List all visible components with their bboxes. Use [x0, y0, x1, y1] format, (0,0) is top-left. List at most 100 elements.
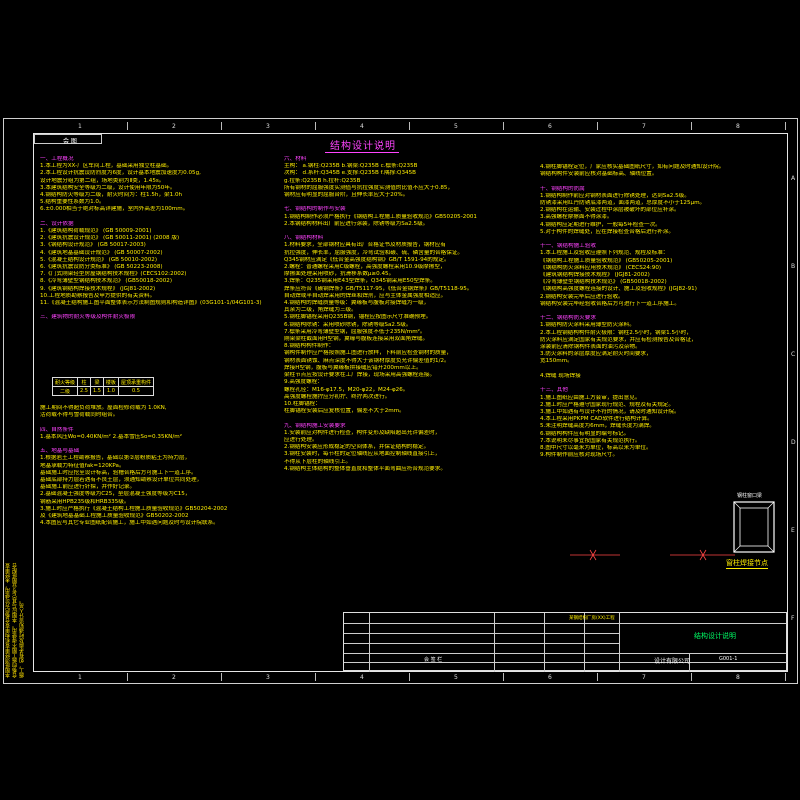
text-line: 2.施工时应严格遵守国家现行规范、规程及有关规定。 — [540, 401, 674, 408]
text-line: 应进行处理。 — [284, 436, 318, 443]
text-line: 地基承载力特征值fak=120KPa。 — [40, 462, 125, 469]
text-line: 4.钢柱脚锚栓定位，厂家应核实基础图纸尺寸，如有问题及时通知设计院。 — [540, 164, 725, 170]
text-line: 螺栓孔径：M16-φ17.5，M20-φ22，M24-φ26。 — [284, 386, 409, 393]
column-1b: 施工期间不得超负荷堆放。屋面检修荷载为 1.0KN, 活荷载不得与雪荷载同时组合。… — [40, 405, 280, 527]
text-line: 8.钢结构构件制作： — [284, 343, 335, 350]
section-heading: 十一、钢结构施工验收 — [540, 243, 596, 250]
column-3: 4.钢柱脚锚栓定位，厂家应核实基础图纸尺寸，如有问题及时通知设计院。 钢结构构件… — [540, 164, 780, 459]
text-line: 活荷载不得与雪荷载同时组合。 — [40, 412, 119, 419]
ruler-number: 8 — [736, 674, 740, 681]
text-line: 宽150mm。 — [540, 358, 573, 365]
text-line: 次构： d.系杆:Q345B e.支撑:Q235B f.隅撑:Q345B — [284, 170, 416, 177]
text-line: 主构： a.钢柱:Q235B b.钢梁:Q235B c.檩条:Q235B — [284, 163, 418, 170]
text-line: 1.本工程施工及验收应遵照下列规范、规程及标准： — [540, 250, 669, 257]
text-line: 3.防火涂料的涂层厚度应满足耐火时间要求， — [540, 351, 652, 358]
text-line: 2.本钢结构材料出厂前应进行涂装，除锈等级为Sa2.5级。 — [284, 220, 429, 227]
text-line: 防火涂料应满足国家有关规范要求，并应有检测报告及合格证， — [540, 336, 697, 343]
section-heading: 六、材料 — [284, 156, 307, 162]
text-line: 10.工程地质勘察报告及甲方提供的有关资料。 — [40, 292, 156, 299]
drawing-number: G001-1 — [719, 656, 738, 662]
section-heading: 二、设计依据 — [40, 220, 74, 227]
ruler-tick — [691, 122, 692, 130]
text-line: 5.未注明焊缝高度为6mm，焊缝长度为满焊。 — [540, 423, 655, 430]
ruler-tick — [597, 673, 598, 681]
title-underline — [325, 152, 399, 153]
text-line: 9.高强度螺栓： — [284, 379, 323, 386]
column-1: 一、工程概况 1.本工程为XX-厂区车间工程，基础采用独立柱基础。 2.本工程设计抗… — [40, 156, 276, 322]
text-line: 2.钢结构安装应形成稳定的空间体系，并保证结构的稳定。 — [284, 444, 430, 451]
text-line: 所有钢材的屈服强度实测值与抗拉强度实测值的比值不应大于0.85， — [284, 184, 454, 191]
text-line: 1.材料要求，全部钢材应具有出厂合格证书及材质报告，钢材应有 — [284, 242, 446, 249]
text-line: 1.施工图纸应由施工方会审，提出意见。 — [540, 394, 641, 401]
table-header-cell: 柱 — [77, 377, 91, 387]
text-line: 刚架梁柱截面用H型钢，翼缘与腹板连接采用双面角焊缝。 — [284, 336, 429, 343]
section-heading: 一、工程概况 — [40, 156, 74, 162]
ruler-tick — [221, 122, 222, 130]
ruler-tick — [503, 122, 504, 130]
ruler-number: 3 — [266, 674, 270, 681]
ruler-number: 3 — [266, 123, 270, 130]
ruler-tick — [785, 673, 786, 681]
text-line: 3.施工时应严格执行《混凝土结构工程施工质量验收规范》GB50204-2002 — [40, 505, 228, 512]
text-line: 3.施工中如遇有与设计不符的情况，请及时通知设计院。 — [540, 408, 680, 415]
project-name: 某钢结构厂房(XX)工程 — [569, 616, 615, 621]
text-line: 1.本工程为XX-厂区车间工程，基础采用独立柱基础。 — [40, 163, 173, 170]
ruler-number: 7 — [642, 123, 646, 130]
ruler-tick — [597, 122, 598, 130]
text-line — [40, 441, 280, 448]
text-line: 9.构件制作前应核对现场尺寸。 — [540, 452, 619, 459]
text-line: 4.《建筑地基基础设计规范》 (GB 50007-2002) — [40, 249, 163, 256]
ruler-number: 1 — [78, 123, 82, 130]
text-line: 4.钢结构主体结构的整体垂直度和整体平面弯曲应符合规范要求。 — [284, 465, 446, 472]
ruler-number: 4 — [360, 123, 364, 130]
text-line: 防锈漆采用红丹防锈底漆两道，面漆两道，总厚度不小于125μm。 — [540, 200, 706, 207]
ruler-number: 2 — [172, 674, 176, 681]
ruler-tick — [315, 673, 316, 681]
text-line — [540, 178, 780, 185]
text-line — [284, 415, 534, 422]
text-line: 7.檩条采用冷弯薄壁型钢，屈服强度不低于235N/mm²。 — [284, 328, 426, 335]
text-line: 钢材应有明显的屈服台阶，且伸长率应大于20%。 — [284, 192, 409, 199]
ruler-tick — [785, 122, 786, 130]
text-line: 其余为二级，角焊缝为三级。 — [284, 307, 357, 314]
text-line: 基础底部持力层若遇有不良土层，须通知勘察设计单位共同处理， — [40, 477, 203, 484]
text-line: 2.螺栓：普通螺栓采用C级螺栓，高强度螺栓采用10.9级摩擦型， — [284, 264, 446, 271]
text-line: 5.钢柱脚锚栓采用Q235B钢，锚栓应按图示尺寸准确预埋。 — [284, 314, 432, 321]
text-line: 摩擦面处理采用喷砂，抗滑移系数μ≥0.45。 — [284, 271, 395, 278]
text-line: 4.本图应与其它专业图纸配合施工，施工中如遇问题及时与设计院联系。 — [40, 520, 219, 527]
ruler-number: 6 — [548, 674, 552, 681]
text-line: 6.钢结构除锈：采用喷砂除锈，除锈等级Sa2.5级。 — [284, 321, 412, 328]
table-header-cell: 屋顶承重构件 — [117, 377, 154, 387]
table-header-cell: 梁 — [89, 377, 104, 387]
text-line: 6.《建筑抗震设防分类标准》 (GB 50223-2008) — [40, 264, 163, 271]
detail-label: 窗柱焊接节点 — [726, 559, 768, 569]
text-line: 焊接H型钢，腹板与翼缘板拼接缝应错开200mm以上。 — [284, 364, 422, 371]
table-cell: 二级 — [51, 386, 79, 396]
ruler-letter: D — [791, 439, 796, 446]
ruler-number: 7 — [642, 674, 646, 681]
text-line: 钢结构安装完毕经验收合格后方可进行下一道工序施工。 — [540, 300, 680, 307]
text-line: 4.钢结构的焊缝质量等级：翼缘板与腹板对接焊缝为一级， — [284, 300, 430, 307]
company-name: 设计有限公司 — [654, 658, 691, 665]
countersign-label: 会 签 栏 — [424, 657, 443, 663]
text-line: 4.钢结构应定期进行维护，一般每5年检查一次。 — [540, 221, 661, 228]
binder-text-2: 合格的施工图不得使用。本图应与其它专业图纸配合 — [12, 563, 18, 678]
text-line: 《钢结构防火涂料应用技术规范》 (CECS24:90) — [540, 264, 662, 271]
text-line: 1.根据岩土工程勘察报告，基础以第②层粉质粘土为持力层， — [40, 455, 191, 462]
text-line: 自动焊或半自动焊采用的焊丝和焊剂，应与主体金属强度相适应。 — [284, 292, 447, 299]
text-line: 1.《建筑结构荷载规范》 (GB 50009-2001) — [40, 228, 152, 235]
section-heading: 八、钢结构材料 — [284, 235, 324, 242]
text-line: 设计地震分组为第二组，场地类别为Ⅱ类，1.45s。 — [40, 177, 165, 184]
section-heading: 五、地基与基础 — [40, 448, 80, 455]
table-cell: 1.0 — [102, 386, 119, 396]
text-line: 3.本建筑结构安全等级为二级，设计使用年限为50年。 — [40, 184, 176, 191]
text-line: 《冷弯薄壁型钢结构技术规范》 (GB50018-2002) — [540, 279, 667, 286]
ruler-tick — [409, 673, 410, 681]
text-line: 6.钢结构构件应有明显的编号标记。 — [540, 430, 630, 437]
ruler-tick — [315, 122, 316, 130]
text-line: 3.钢柱安装时，每节柱的定位轴线应从地面控制轴线直接引上， — [284, 451, 441, 458]
ruler-number: 5 — [454, 674, 458, 681]
text-line: 8.《冷弯薄壁型钢结构技术规范》 (GB50018-2002) — [40, 278, 173, 285]
text-line: 3.《钢结构设计规范》 (GB 50017-2003) — [40, 242, 146, 249]
table-cell: 0.5 — [117, 386, 154, 396]
